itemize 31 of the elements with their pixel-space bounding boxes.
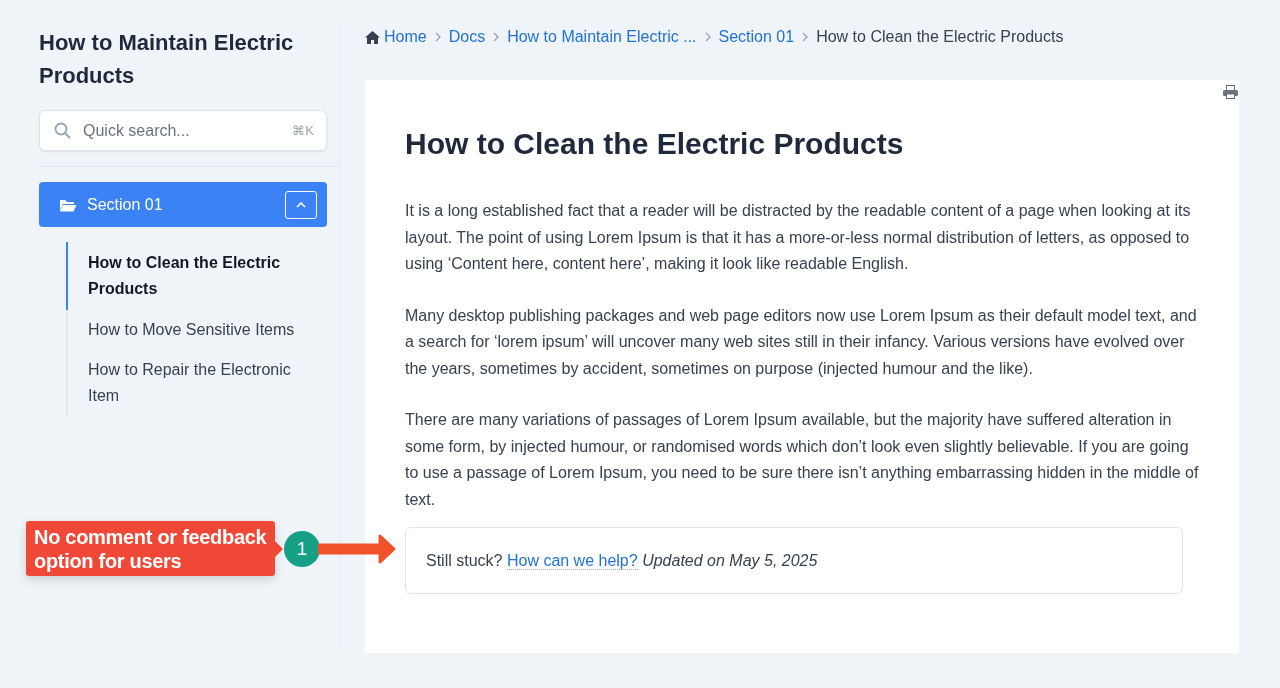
paragraph: It is a long established fact that a reader will be distracted by the readable content of a page when looking at its layout. The point of using Lorem Ipsum is that it has a more-or-less normal distribution of letters, as opposed to using ‘Content here, content here’, making it look like readable English. bbox=[405, 201, 1192, 274]
section-header[interactable]: Section 01 bbox=[39, 182, 327, 227]
article-title: How to Clean the Electric Products bbox=[405, 126, 905, 162]
sidebar-title: How to Maintain Electric Products bbox=[39, 29, 295, 90]
paragraph: Many desktop publishing packages and web page editors now use Lorem Ipsum as their default model text, and a search for ‘lorem ipsum’ will uncover many web sites still in their infancy. Various versions have evolved over the years, sometimes by accident, sometimes on purpose (injected humour and the like). bbox=[405, 305, 1198, 379]
collapse-toggle[interactable] bbox=[285, 190, 317, 219]
search-icon bbox=[54, 122, 71, 139]
breadcrumb-link[interactable]: Section 01 bbox=[718, 28, 795, 46]
help-link[interactable]: How can we help? bbox=[506, 551, 638, 570]
sidebar-link[interactable]: How to Clean the Electric Products bbox=[66, 242, 326, 310]
shortcut-hint: ⌘K bbox=[292, 123, 314, 138]
breadcrumb-current: How to Clean the Electric Products bbox=[816, 28, 1064, 46]
feedback-text: Still stuck? How can we help? Updated on May 5, 2025 bbox=[426, 551, 818, 570]
caret-icon bbox=[296, 201, 306, 208]
search-field[interactable]: Quick search... ⌘K bbox=[39, 110, 327, 151]
chevron-icon bbox=[493, 32, 500, 42]
chevron-icon bbox=[704, 32, 711, 42]
printer-icon[interactable] bbox=[1223, 85, 1238, 99]
step-number: 1 bbox=[284, 530, 320, 567]
section-label: Section 01 bbox=[87, 195, 164, 214]
folder-icon bbox=[59, 197, 77, 212]
chevron-icon bbox=[802, 32, 809, 42]
breadcrumb-link[interactable]: How to Maintain Electric ... bbox=[507, 28, 697, 46]
chevron-icon bbox=[434, 32, 441, 42]
sidebar-link[interactable]: How to Move Sensitive Items bbox=[66, 310, 326, 350]
breadcrumb-link[interactable]: Home bbox=[384, 28, 427, 46]
annotation-callout: No comment or feedback option for users bbox=[26, 521, 283, 576]
paragraph: There are many variations of passages of Lorem Ipsum available, but the majority have suffered alteration in some form, by injected humour, or randomised words which don’t look even slightly believable. If you are going to use a passage of Lorem Ipsum, you need to be sure there isn’t anything embarrassing hidden in the middle of text. bbox=[405, 410, 1200, 510]
breadcrumb-link[interactable]: Docs bbox=[448, 28, 486, 46]
home-icon bbox=[365, 30, 380, 44]
sidebar-link[interactable]: How to Repair the Electronic Item bbox=[66, 350, 326, 416]
